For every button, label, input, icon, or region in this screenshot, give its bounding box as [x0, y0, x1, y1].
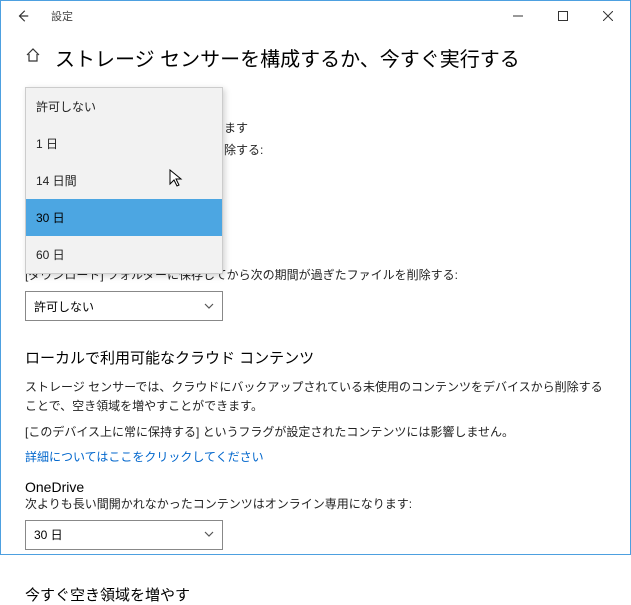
onedrive-combo-value: 30 日 [34, 526, 63, 543]
window-title: 設定 [37, 8, 73, 24]
titlebar: 設定 [1, 1, 630, 31]
onedrive-desc: 次よりも長い間開かれなかったコンテンツはオンライン専用になります: [25, 495, 606, 514]
downloads-combo-value: 許可しない [34, 298, 94, 315]
onedrive-combo[interactable]: 30 日 [25, 520, 223, 550]
cloud-note: [このデバイス上に常に保持する] というフラグが設定されたコンテンツには影響しま… [25, 423, 606, 442]
page-header: ストレージ センサーを構成するか、今すぐ実行する [25, 43, 606, 72]
cloud-learn-more-link[interactable]: 詳細についてはここをクリックしてください [25, 448, 606, 465]
close-button[interactable] [585, 2, 630, 30]
maximize-icon [558, 11, 568, 21]
onedrive-heading: OneDrive [25, 479, 606, 495]
chevron-down-icon [204, 529, 214, 540]
freeup-heading: 今すぐ空き領域を増やす [25, 584, 606, 605]
maximize-button[interactable] [540, 2, 585, 30]
back-button[interactable] [9, 2, 37, 30]
page-title: ストレージ センサーを構成するか、今すぐ実行する [55, 43, 520, 72]
dropdown-option-0[interactable]: 許可しない [26, 88, 222, 125]
home-icon[interactable] [25, 47, 41, 68]
back-arrow-icon [16, 9, 30, 23]
close-icon [603, 11, 613, 21]
dropdown-option-1[interactable]: 1 日 [26, 125, 222, 162]
minimize-icon [513, 11, 523, 21]
dropdown-option-2[interactable]: 14 日間 [26, 162, 222, 199]
chevron-down-icon [204, 301, 214, 312]
cloud-desc: ストレージ センサーでは、クラウドにバックアップされている未使用のコンテンツをデ… [25, 378, 606, 416]
downloads-combo[interactable]: 許可しない [25, 291, 223, 321]
cloud-heading: ローカルで利用可能なクラウド コンテンツ [25, 347, 606, 368]
window-controls [495, 2, 630, 30]
dropdown-option-4[interactable]: 60 日 [26, 236, 222, 273]
content-area: ストレージ センサーを構成するか、今すぐ実行する 余します を削除する: 許可し… [1, 31, 630, 605]
dropdown-option-3[interactable]: 30 日 [26, 199, 222, 236]
minimize-button[interactable] [495, 2, 540, 30]
recycle-bin-dropdown-list[interactable]: 許可しない 1 日 14 日間 30 日 60 日 [25, 87, 223, 274]
